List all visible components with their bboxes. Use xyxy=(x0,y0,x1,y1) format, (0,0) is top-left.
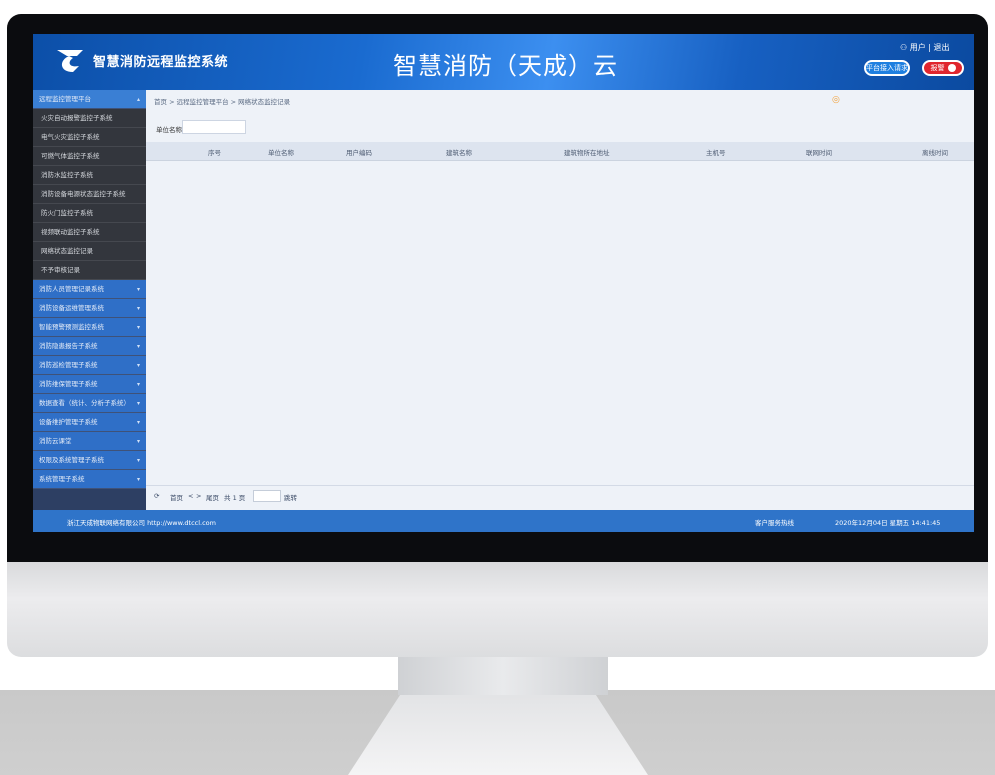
app-screen: 智慧消防远程监控系统 智慧消防（天成）云 ⚇ 用户 | 退出 平台接入请求 报警… xyxy=(33,34,974,532)
chevron-down-icon: ▾ xyxy=(136,476,140,483)
sidebar-group[interactable]: 消防维保管理子系统 ▾ xyxy=(33,375,146,394)
sidebar-group[interactable]: 消防隐患报告子系统 ▾ xyxy=(33,337,146,356)
breadcrumb[interactable]: 首页 > 远程监控管理平台 > 网络状态监控记录 xyxy=(154,96,290,106)
go-button[interactable]: 跳转 xyxy=(284,492,297,502)
next-page-link[interactable]: > xyxy=(196,492,201,500)
sidebar-group[interactable]: 数据查看（统计、分析子系统） ▾ xyxy=(33,394,146,413)
sidebar-item[interactable]: 消防设备电源状态监控子系统 xyxy=(33,185,146,204)
pagination: ⟳ 首页 < > 尾页 共 1 页 跳转 xyxy=(146,485,974,506)
last-page-link[interactable]: 尾页 xyxy=(206,492,219,502)
chevron-down-icon: ▾ xyxy=(136,305,140,312)
sidebar-item[interactable]: 火灾自动报警监控子系统 xyxy=(33,109,146,128)
chevron-down-icon: ▾ xyxy=(136,400,140,407)
monitor-chin xyxy=(7,560,988,657)
app-footer: 浙江天成物联网络有限公司 http://www.dtccl.com 客户服务热线… xyxy=(33,510,974,532)
sidebar-group[interactable]: 系统管理子系统 ▾ xyxy=(33,470,146,489)
alarm-dot-icon xyxy=(947,64,956,72)
sidebar-item[interactable]: 可燃气体监控子系统 xyxy=(33,147,146,166)
clock: 2020年12月04日 星期五 14:41:45 xyxy=(835,519,941,527)
sidebar-group[interactable]: 消防人员管理记录系统 ▾ xyxy=(33,280,146,299)
unit-name-input[interactable] xyxy=(182,120,246,134)
alarm-button[interactable]: 报警 xyxy=(922,60,964,76)
sidebar-group[interactable]: 设备维护管理子系统 ▾ xyxy=(33,413,146,432)
page-number-input[interactable] xyxy=(253,490,281,502)
app-header: 智慧消防远程监控系统 智慧消防（天成）云 ⚇ 用户 | 退出 平台接入请求 报警 xyxy=(33,34,974,90)
company-info: 浙江天成物联网络有限公司 http://www.dtccl.com xyxy=(67,519,216,527)
sidebar-group[interactable]: 消防云课堂 ▾ xyxy=(33,432,146,451)
notification-icon[interactable]: ◎ xyxy=(832,95,840,105)
sidebar-item[interactable]: 网络状态监控记录 xyxy=(33,242,146,261)
filter-label: 单位名称 xyxy=(156,126,182,134)
main-content: 首页 > 远程监控管理平台 > 网络状态监控记录 ◎ 单位名称 序号 单位名称 … xyxy=(146,90,974,510)
hotline: 客户服务热线 xyxy=(755,519,794,527)
sidebar-group[interactable]: 消防设备运维管理系统 ▾ xyxy=(33,299,146,318)
logo-icon xyxy=(57,50,83,72)
sidebar-group[interactable]: 智能预警预测监控系统 ▾ xyxy=(33,318,146,337)
column-header: 离线时间 xyxy=(922,149,948,157)
refresh-icon[interactable]: ⟳ xyxy=(154,492,159,500)
chevron-down-icon: ▾ xyxy=(136,362,140,369)
prev-page-link[interactable]: < xyxy=(188,492,193,500)
user-label: 用户 | 退出 xyxy=(909,43,950,52)
table-header: 序号 单位名称 用户编码 建筑名称 建筑物所在地址 主机号 联网时间 离线时间 xyxy=(146,142,974,161)
column-header: 序号 xyxy=(208,149,221,157)
chevron-up-icon: ▴ xyxy=(136,96,140,103)
sidebar: 远程监控管理平台 ▴ 火灾自动报警监控子系统 电气火灾监控子系统 可燃气体监控子系… xyxy=(33,90,146,510)
column-header: 单位名称 xyxy=(268,149,294,157)
chevron-down-icon: ▾ xyxy=(136,438,140,445)
chevron-down-icon: ▾ xyxy=(136,286,140,293)
sidebar-item[interactable]: 视频联动监控子系统 xyxy=(33,223,146,242)
chevron-down-icon: ▾ xyxy=(136,381,140,388)
sidebar-group[interactable]: 权限及系统管理子系统 ▾ xyxy=(33,451,146,470)
chevron-down-icon: ▾ xyxy=(136,457,140,464)
chevron-down-icon: ▾ xyxy=(136,343,140,350)
sidebar-item[interactable]: 电气火灾监控子系统 xyxy=(33,128,146,147)
sidebar-item-remote-monitoring[interactable]: 远程监控管理平台 ▴ xyxy=(33,90,146,109)
page-total: 共 1 页 xyxy=(224,494,246,502)
column-header: 主机号 xyxy=(706,149,726,157)
page-title: 智慧消防（天成）云 xyxy=(393,52,618,80)
chevron-down-icon: ▾ xyxy=(136,419,140,426)
sidebar-item[interactable]: 消防水监控子系统 xyxy=(33,166,146,185)
access-request-button[interactable]: 平台接入请求 xyxy=(864,60,910,76)
column-header: 联网时间 xyxy=(806,149,832,157)
monitor-stand-neck xyxy=(398,655,608,695)
chevron-down-icon: ▾ xyxy=(136,324,140,331)
column-header: 建筑物所在地址 xyxy=(564,149,610,157)
column-header: 用户编码 xyxy=(346,149,372,157)
column-header: 建筑名称 xyxy=(446,149,472,157)
sidebar-item[interactable]: 防火门监控子系统 xyxy=(33,204,146,223)
first-page-link[interactable]: 首页 xyxy=(170,492,183,502)
sidebar-item[interactable]: 不予审核记录 xyxy=(33,261,146,280)
user-icon: ⚇ xyxy=(900,43,908,52)
system-name: 智慧消防远程监控系统 xyxy=(93,55,229,70)
user-menu[interactable]: ⚇ 用户 | 退出 xyxy=(900,42,950,53)
sidebar-group[interactable]: 消防巡检管理子系统 ▾ xyxy=(33,356,146,375)
